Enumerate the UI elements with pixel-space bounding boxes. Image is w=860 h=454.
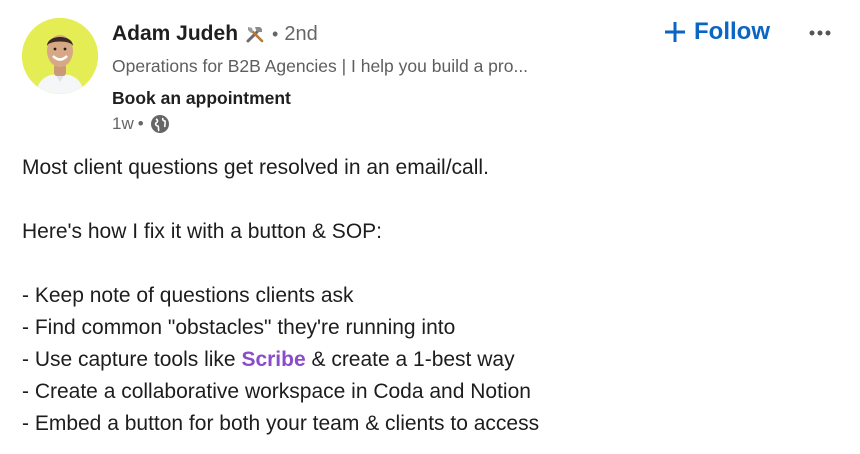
post-content: Most client questions get resolved in an… — [22, 152, 842, 440]
bullet-item: - Use capture tools like Scribe & create… — [22, 344, 842, 376]
avatar-portrait — [22, 18, 98, 94]
scribe-mention-link[interactable]: Scribe — [241, 348, 305, 371]
author-headline: Operations for B2B Agencies | I help you… — [112, 56, 529, 76]
tools-icon — [244, 23, 266, 45]
author-name-row: Adam Judeh • 2nd — [112, 22, 318, 46]
more-horizontal-icon — [809, 30, 831, 36]
bullet-item: - Keep note of questions clients ask — [22, 284, 354, 307]
follow-button[interactable]: Follow — [664, 18, 770, 46]
bullet-item: - Find common "obstacles" they're runnin… — [22, 316, 456, 339]
name-separator: • — [272, 23, 279, 44]
post-line: Most client questions get resolved in an… — [22, 156, 489, 179]
bullet-item: - Create a collaborative workspace in Co… — [22, 380, 531, 403]
bullet-item: - Embed a button for both your team & cl… — [22, 412, 540, 435]
plus-icon — [664, 21, 686, 43]
post-line: Here's how I fix it with a button & SOP: — [22, 220, 382, 243]
bullet-text: & create a 1-best way — [305, 348, 515, 371]
meta-separator: • — [137, 114, 144, 133]
bullet-text: - Use capture tools like — [22, 348, 242, 371]
globe-icon — [150, 114, 170, 134]
author-avatar[interactable] — [22, 18, 98, 94]
post-meta: 1w • — [112, 114, 170, 134]
connection-degree: 2nd — [284, 22, 318, 45]
book-appointment-link[interactable]: Book an appointment — [112, 88, 291, 109]
post-age: 1w — [112, 114, 134, 133]
more-options-button[interactable] — [806, 22, 834, 44]
follow-label: Follow — [694, 18, 770, 45]
author-name[interactable]: Adam Judeh — [112, 22, 238, 46]
